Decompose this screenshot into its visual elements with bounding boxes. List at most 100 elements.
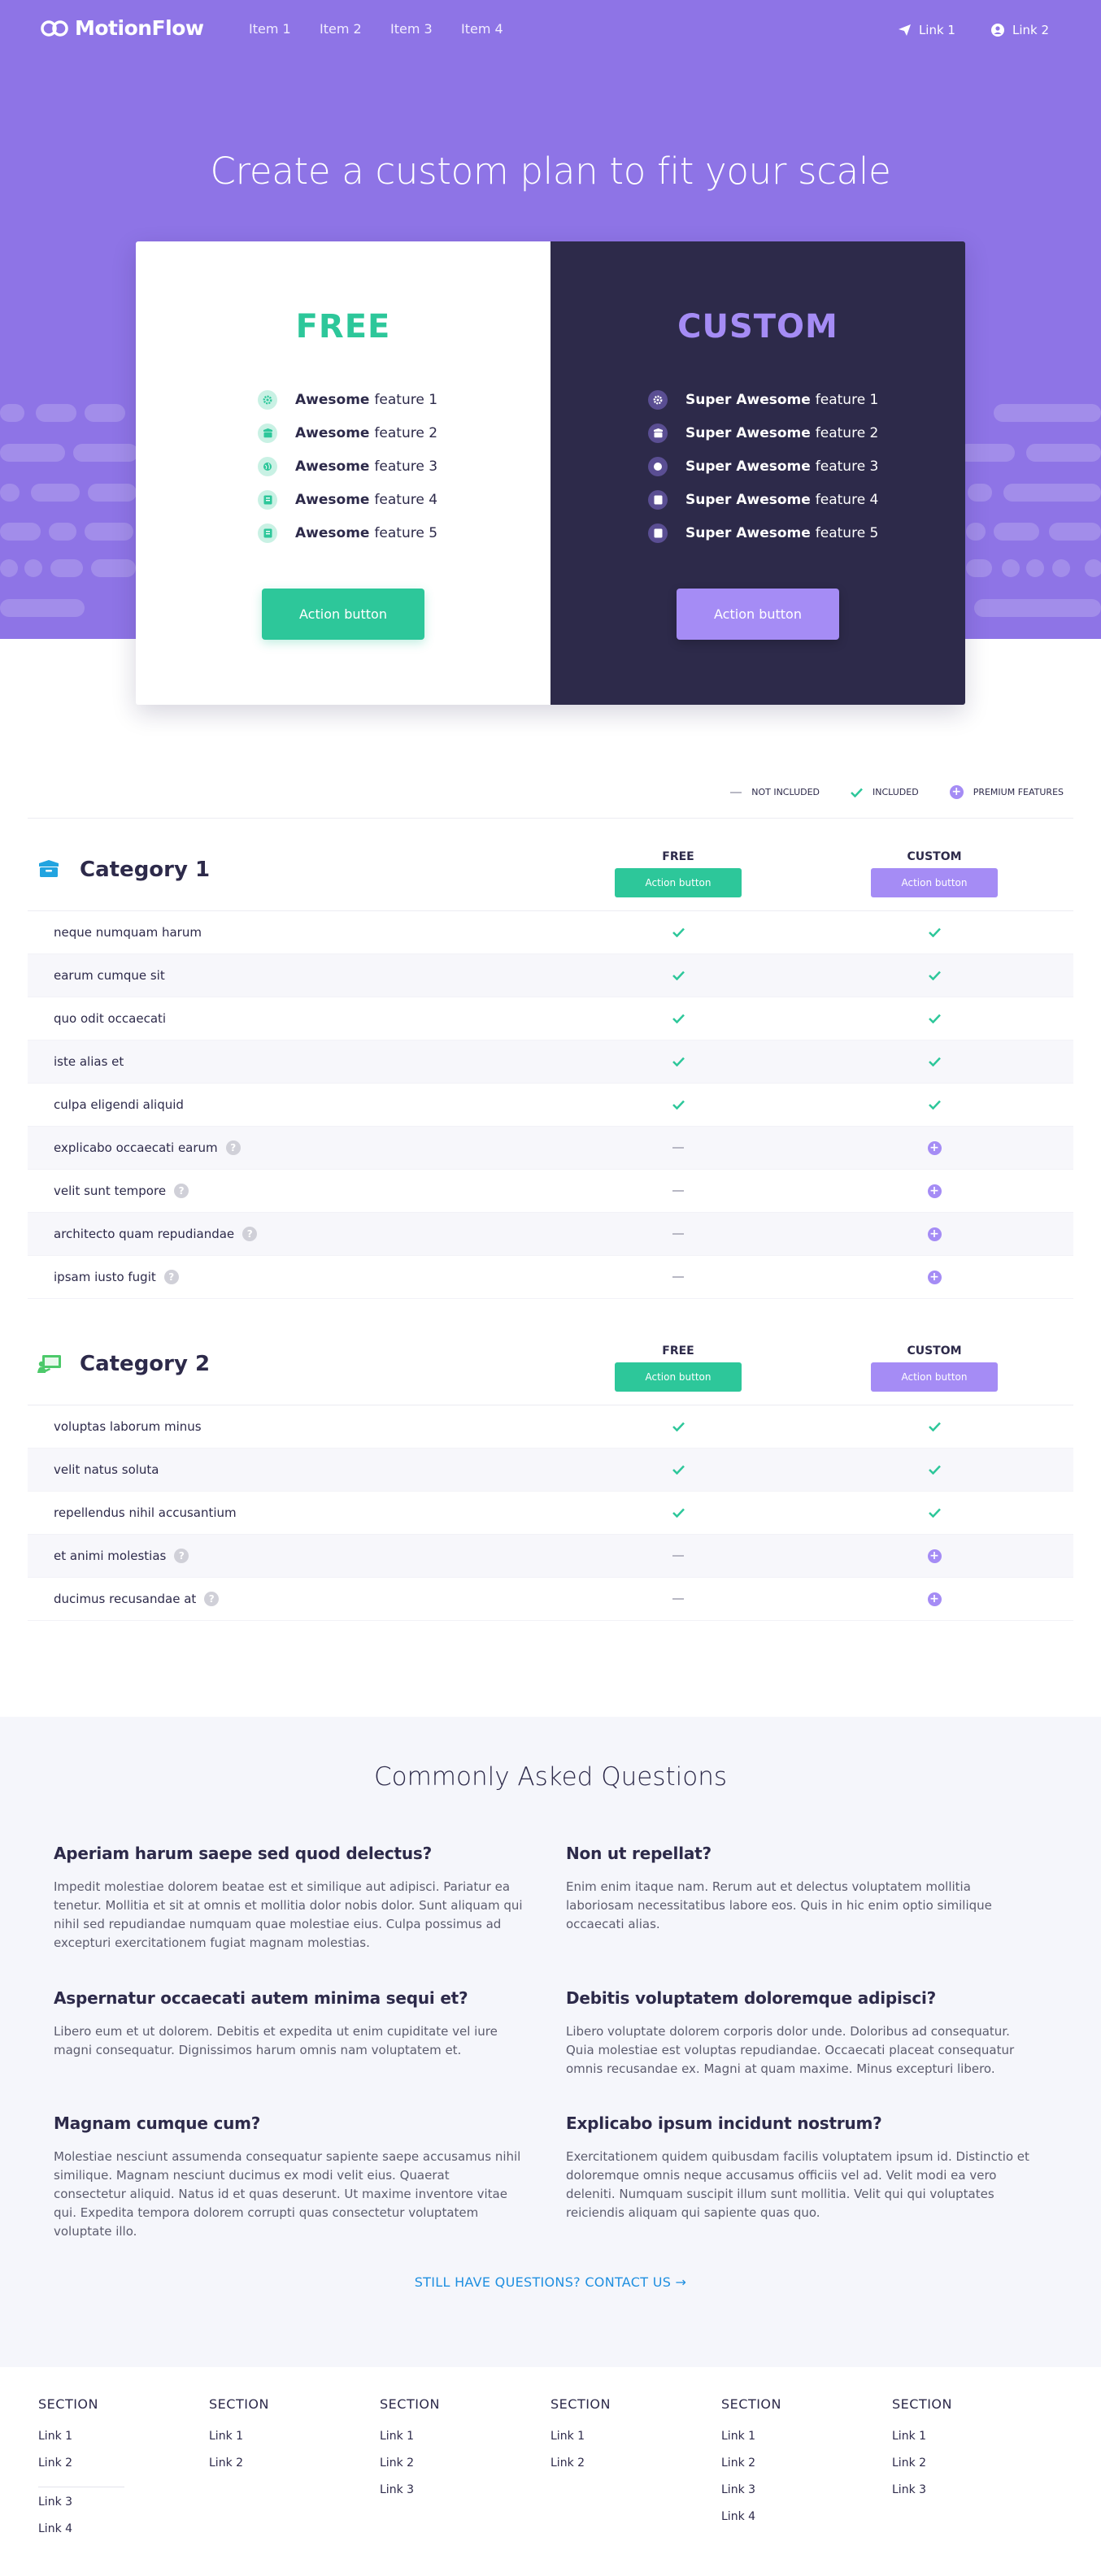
- plus-circle-icon: +: [926, 1140, 942, 1156]
- custom-action-button[interactable]: Action button: [677, 589, 839, 640]
- nav-right-links: Link 1 Link 2: [898, 23, 1049, 37]
- footer-link[interactable]: Link 3: [721, 2483, 868, 2510]
- nav-link-2[interactable]: Link 2: [990, 23, 1049, 37]
- check-icon: [926, 1462, 942, 1478]
- help-icon[interactable]: ?: [163, 1270, 179, 1284]
- feature-text: feature 5: [815, 524, 879, 541]
- help-icon[interactable]: ?: [225, 1140, 241, 1155]
- faq-item-6: Explicabo ipsum incidunt nostrum? Exerci…: [566, 2113, 1038, 2222]
- plus-circle-icon: +: [926, 1226, 942, 1242]
- row-label-group: velit sunt tempore?: [54, 1184, 189, 1198]
- footer-link[interactable]: Link 1: [380, 2430, 526, 2457]
- footer-link[interactable]: Link 2: [38, 2457, 185, 2483]
- legend-not-included: Not included: [730, 785, 820, 799]
- footer-link[interactable]: Link 4: [38, 2522, 185, 2549]
- legend-premium-label: Premium features: [973, 787, 1064, 797]
- footer-link[interactable]: Link 3: [892, 2483, 1038, 2510]
- footer-link[interactable]: Link 1: [892, 2430, 1038, 2457]
- feature-highlight: Super Awesome: [685, 391, 811, 408]
- decorative-pill: [1002, 559, 1020, 577]
- globe-icon: [648, 456, 668, 476]
- row-label-group: repellendus nihil accusantium: [54, 1505, 237, 1520]
- decorative-pill: [85, 523, 133, 541]
- column-free: FREE Action button: [613, 850, 743, 897]
- footer-link[interactable]: Link 2: [550, 2457, 697, 2483]
- help-icon[interactable]: ?: [174, 1549, 189, 1563]
- plus-circle-icon: +: [949, 785, 964, 799]
- comparison-row: velit natus soluta: [28, 1449, 1073, 1492]
- nav-item-2[interactable]: Item 2: [320, 21, 390, 37]
- dash-icon: [670, 1591, 686, 1607]
- check-icon: [670, 1462, 686, 1478]
- footer-link[interactable]: Link 1: [721, 2430, 868, 2457]
- faq-question: Debitis voluptatem doloremque adipisci?: [566, 1988, 937, 2008]
- category-1-custom-button[interactable]: Action button: [871, 868, 998, 897]
- decorative-pill: [1085, 559, 1101, 577]
- faq-question: Non ut repellat?: [566, 1844, 712, 1863]
- footer-link[interactable]: Link 2: [380, 2457, 526, 2483]
- category-2-free-button[interactable]: Action button: [615, 1362, 742, 1392]
- category-1-free-button[interactable]: Action button: [615, 868, 742, 897]
- category-title: Category 1: [80, 858, 211, 882]
- faq-item-4: Debitis voluptatem doloremque adipisci? …: [566, 1988, 1038, 2079]
- category-2-custom-button[interactable]: Action button: [871, 1362, 998, 1392]
- footer-link[interactable]: Link 2: [892, 2457, 1038, 2483]
- footer-column: SECTION Link 1 Link 2: [550, 2396, 697, 2483]
- dash-icon: [670, 1183, 686, 1199]
- footer-link[interactable]: Link 2: [209, 2457, 355, 2483]
- footer-section-title: SECTION: [721, 2396, 781, 2412]
- feature-highlight: Awesome: [295, 524, 370, 541]
- footer-column: SECTION Link 1 Link 2: [209, 2396, 355, 2483]
- footer-link[interactable]: Link 3: [380, 2483, 526, 2510]
- footer-column: SECTION Link 1 Link 2 Link 3 Link 4: [38, 2396, 185, 2549]
- nav-item-4[interactable]: Item 4: [461, 21, 532, 37]
- comparison-row: culpa eligendi aliquid: [28, 1084, 1073, 1127]
- faq-question: Magnam cumque cum?: [54, 2113, 261, 2133]
- help-icon[interactable]: ?: [242, 1227, 258, 1241]
- plan-title-free: FREE: [295, 308, 391, 345]
- row-label: et animi molestias: [54, 1549, 167, 1563]
- row-label-group: velit natus soluta: [54, 1462, 159, 1477]
- footer-link[interactable]: Link 2: [721, 2457, 868, 2483]
- row-label-group: neque numquam harum: [54, 925, 202, 940]
- decorative-pill: [0, 404, 24, 422]
- footer-link[interactable]: Link 4: [721, 2510, 868, 2537]
- nav-item-3[interactable]: Item 3: [390, 21, 461, 37]
- gear-icon: [258, 389, 277, 410]
- column-custom: CUSTOM Action button: [869, 850, 999, 897]
- brand-logo[interactable]: MotionFlow: [41, 16, 204, 40]
- row-label: velit sunt tempore: [54, 1184, 167, 1198]
- feature-text: feature 5: [374, 524, 438, 541]
- row-label-group: ipsam iusto fugit?: [54, 1270, 179, 1284]
- help-icon[interactable]: ?: [174, 1184, 189, 1198]
- nav-link-1[interactable]: Link 1: [898, 23, 955, 37]
- footer-section-title: SECTION: [209, 2396, 269, 2412]
- site-footer: SECTION Link 1 Link 2 Link 3 Link 4 SECTION Li…: [0, 2367, 1101, 2576]
- free-action-button[interactable]: Action button: [262, 589, 424, 640]
- nav-item-1[interactable]: Item 1: [249, 21, 320, 37]
- decorative-pill: [966, 523, 986, 541]
- plan-cards: FREE Awesome feature 1 Awesome feature 2 Awe…: [136, 241, 965, 705]
- footer-link[interactable]: Link 1: [209, 2430, 355, 2457]
- book-icon: [258, 489, 277, 510]
- user-circle-icon: [990, 24, 1004, 37]
- faq-item-1: Aperiam harum saepe sed quod delectus? I…: [54, 1844, 525, 1953]
- row-label: neque numquam harum: [54, 925, 202, 940]
- plus-circle-icon: +: [926, 1183, 942, 1199]
- footer-link[interactable]: Link 3: [38, 2496, 185, 2522]
- nav-menu: Item 1 Item 2 Item 3 Item 4: [249, 21, 532, 37]
- footer-column: SECTION Link 1 Link 2 Link 3: [380, 2396, 526, 2510]
- dash-icon: [670, 1140, 686, 1156]
- feature-highlight: Super Awesome: [685, 424, 811, 441]
- feature-list-custom: Super Awesome feature 1 Super Awesome featu…: [648, 383, 878, 550]
- footer-link[interactable]: Link 1: [38, 2430, 185, 2457]
- help-icon[interactable]: ?: [204, 1592, 220, 1606]
- footer-section-title: SECTION: [892, 2396, 952, 2412]
- contact-us-link[interactable]: STILL HAVE QUESTIONS? CONTACT US →: [0, 2274, 1101, 2290]
- faq-question: Aspernatur occaecati autem minima sequi …: [54, 1988, 468, 2008]
- feature-item: Awesome feature 5: [258, 516, 437, 550]
- row-label: ipsam iusto fugit: [54, 1270, 156, 1284]
- decorative-pill: [1003, 484, 1101, 502]
- row-label: earum cumque sit: [54, 968, 165, 983]
- footer-link[interactable]: Link 1: [550, 2430, 697, 2457]
